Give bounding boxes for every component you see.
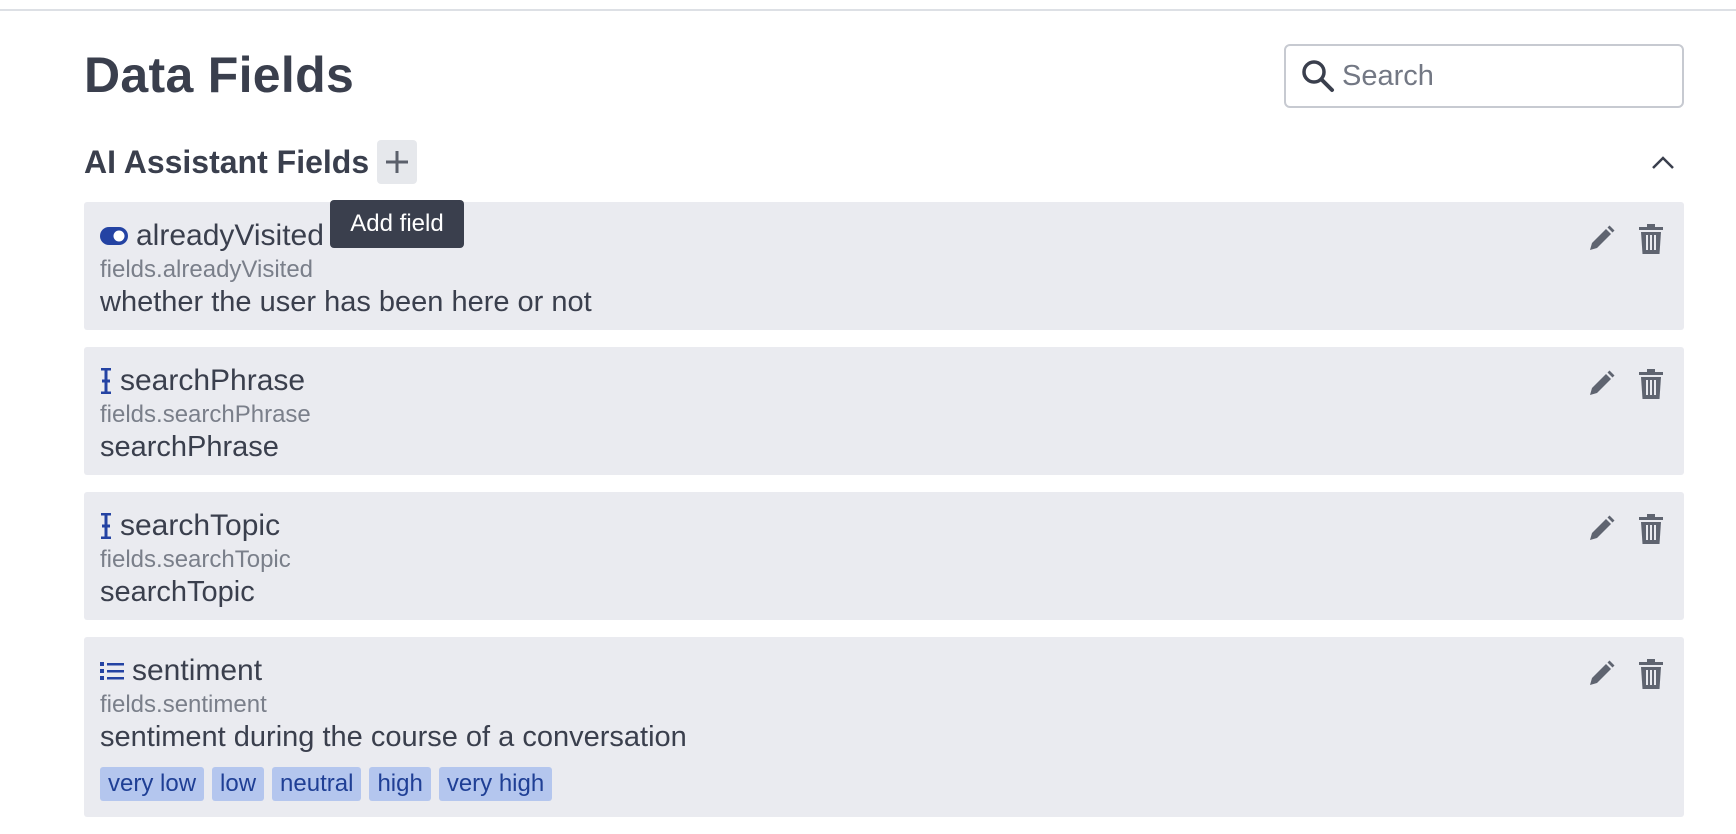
plus-icon <box>386 151 409 173</box>
list-icon <box>100 661 124 681</box>
add-field-tooltip: Add field <box>330 200 464 248</box>
field-description: sentiment during the course of a convers… <box>100 721 687 753</box>
add-field-button[interactable] <box>377 140 418 184</box>
toggle-icon <box>100 227 128 245</box>
field-description: searchPhrase <box>100 431 279 463</box>
field-path: fields.searchTopic <box>100 546 291 573</box>
search-input[interactable] <box>1342 59 1662 93</box>
collapse-section-button[interactable] <box>1648 150 1678 174</box>
option-tag: low <box>212 767 265 801</box>
trash-icon <box>1639 224 1663 254</box>
pencil-icon <box>1590 515 1615 540</box>
field-name: searchPhrase <box>120 364 306 397</box>
option-tag: very high <box>438 767 553 801</box>
text-cursor-icon <box>100 513 112 539</box>
field-card-searchTopic[interactable]: searchTopic fields.searchTopic searchTop… <box>84 492 1684 620</box>
edit-field-button[interactable] <box>1586 514 1616 544</box>
section-header: AI Assistant Fields <box>84 140 418 184</box>
field-card-searchPhrase[interactable]: searchPhrase fields.searchPhrase searchP… <box>84 347 1684 475</box>
option-tag: neutral <box>272 767 362 801</box>
delete-field-button[interactable] <box>1638 659 1664 689</box>
field-name: searchTopic <box>120 509 281 542</box>
search-icon <box>1302 60 1334 92</box>
trash-icon <box>1639 369 1663 399</box>
top-divider <box>0 0 1736 11</box>
trash-icon <box>1639 659 1663 689</box>
search-box[interactable] <box>1284 44 1684 108</box>
field-path: fields.alreadyVisited <box>100 256 314 283</box>
page-title: Data Fields <box>84 47 355 103</box>
edit-field-button[interactable] <box>1586 224 1616 254</box>
field-description: searchTopic <box>100 576 255 608</box>
option-tag: very low <box>100 767 205 801</box>
field-path: fields.sentiment <box>100 691 267 718</box>
pencil-icon <box>1590 225 1615 250</box>
delete-field-button[interactable] <box>1638 514 1664 544</box>
edit-field-button[interactable] <box>1586 659 1616 689</box>
pencil-icon <box>1590 660 1615 685</box>
text-cursor-icon <box>100 368 112 394</box>
field-description: whether the user has been here or not <box>100 286 592 318</box>
option-tags: very low low neutral high very high <box>100 767 553 801</box>
section-title: AI Assistant Fields <box>84 143 370 180</box>
field-path: fields.searchPhrase <box>100 401 311 428</box>
trash-icon <box>1639 514 1663 544</box>
field-card-alreadyVisited[interactable]: alreadyVisited fields.alreadyVisited whe… <box>84 202 1684 330</box>
edit-field-button[interactable] <box>1586 369 1616 399</box>
field-card-sentiment[interactable]: sentiment fields.sentiment sentiment dur… <box>84 637 1684 817</box>
chevron-up-icon <box>1652 156 1674 169</box>
delete-field-button[interactable] <box>1638 224 1664 254</box>
delete-field-button[interactable] <box>1638 369 1664 399</box>
pencil-icon <box>1590 370 1615 395</box>
field-name: alreadyVisited <box>136 219 324 252</box>
field-name: sentiment <box>132 654 263 687</box>
option-tag: high <box>369 767 431 801</box>
